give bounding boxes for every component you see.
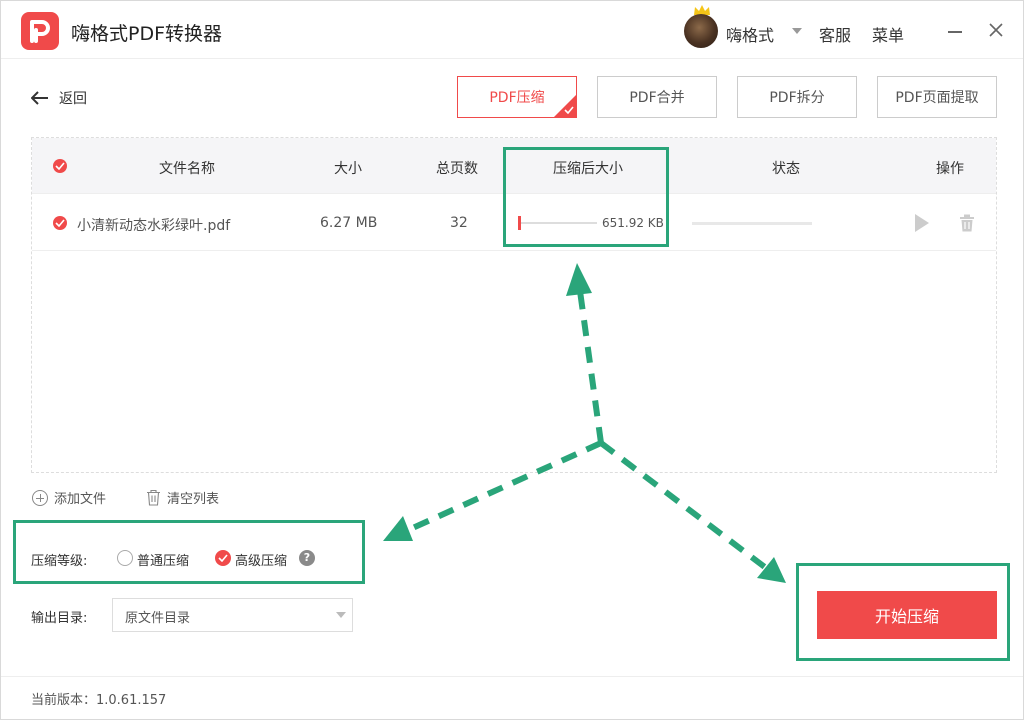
tab-label: PDF拆分 bbox=[769, 90, 825, 106]
file-size: 6.27 MB bbox=[320, 215, 378, 231]
play-icon[interactable] bbox=[915, 214, 929, 232]
app-title: 嗨格式PDF转换器 bbox=[71, 23, 223, 45]
compress-progress-fill bbox=[518, 216, 521, 230]
plus-circle-icon bbox=[32, 489, 48, 506]
file-name: 小清新动态水彩绿叶.pdf bbox=[77, 218, 231, 234]
row-checkbox[interactable] bbox=[53, 216, 67, 230]
app-logo-icon bbox=[21, 12, 59, 50]
tab-pdf-compress[interactable]: PDF压缩 bbox=[457, 76, 577, 118]
add-file-button[interactable]: 添加文件 bbox=[32, 488, 106, 507]
table-row: 小清新动态水彩绿叶.pdf 6.27 MB 32 651.92 KB bbox=[32, 195, 996, 251]
tab-pdf-split[interactable]: PDF拆分 bbox=[737, 76, 857, 118]
back-label: 返回 bbox=[59, 91, 87, 107]
tab-pdf-page-extract[interactable]: PDF页面提取 bbox=[877, 76, 997, 118]
title-bar: 嗨格式PDF转换器 嗨格式 客服 菜单 bbox=[1, 1, 1023, 59]
radio-advanced-label[interactable]: 高级压缩 bbox=[235, 550, 287, 569]
radio-advanced-compress[interactable] bbox=[215, 550, 231, 566]
trash-icon bbox=[147, 489, 160, 506]
app-window: 嗨格式PDF转换器 嗨格式 客服 菜单 返回 PDF压缩 PDF合并 PDF拆分 bbox=[0, 0, 1024, 720]
table-header: 文件名称 大小 总页数 压缩后大小 状态 操作 bbox=[32, 138, 996, 194]
arrow-left-icon bbox=[31, 91, 48, 105]
arrow-down-right-icon bbox=[757, 557, 786, 583]
check-icon bbox=[564, 106, 574, 114]
header-compressed-size: 压缩后大小 bbox=[553, 161, 623, 177]
avatar[interactable] bbox=[684, 14, 718, 48]
compress-progress-track bbox=[519, 222, 597, 224]
footer: 当前版本：1.0.61.157 bbox=[1, 676, 1023, 720]
tab-label: PDF压缩 bbox=[489, 90, 545, 106]
output-dir-select[interactable]: 原文件目录 bbox=[112, 598, 353, 632]
header-status: 状态 bbox=[772, 161, 800, 177]
clear-list-label: 清空列表 bbox=[167, 492, 220, 507]
compressed-size: 651.92 KB bbox=[602, 216, 664, 230]
arrow-left-icon bbox=[383, 516, 413, 541]
service-link[interactable]: 客服 bbox=[819, 22, 851, 46]
clear-list-button[interactable]: 清空列表 bbox=[146, 488, 219, 507]
start-compress-button[interactable]: 开始压缩 bbox=[817, 591, 997, 639]
add-file-label: 添加文件 bbox=[54, 492, 107, 507]
chevron-down-icon bbox=[336, 612, 346, 618]
tab-pdf-merge[interactable]: PDF合并 bbox=[597, 76, 717, 118]
header-pages: 总页数 bbox=[436, 161, 478, 177]
page-count: 32 bbox=[450, 215, 468, 231]
help-icon[interactable]: ? bbox=[299, 550, 315, 566]
version-text: 当前版本：1.0.61.157 bbox=[31, 693, 167, 708]
header-file-name: 文件名称 bbox=[159, 161, 215, 177]
status-progress-bar bbox=[692, 222, 812, 225]
file-table: 文件名称 大小 总页数 压缩后大小 状态 操作 小清新动态水彩绿叶.pdf 6.… bbox=[31, 137, 997, 473]
minimize-icon[interactable] bbox=[948, 31, 962, 33]
trash-icon[interactable] bbox=[959, 214, 975, 232]
close-icon[interactable] bbox=[987, 21, 1005, 39]
tab-label: PDF页面提取 bbox=[895, 90, 979, 106]
radio-normal-compress[interactable] bbox=[117, 550, 133, 566]
header-actions: 操作 bbox=[936, 161, 964, 177]
radio-normal-label[interactable]: 普通压缩 bbox=[137, 550, 189, 569]
chevron-down-icon[interactable] bbox=[792, 28, 802, 34]
username[interactable]: 嗨格式 bbox=[726, 22, 774, 46]
tab-label: PDF合并 bbox=[629, 90, 685, 106]
output-dir-label: 输出目录: bbox=[31, 611, 88, 626]
menu-link[interactable]: 菜单 bbox=[872, 22, 904, 46]
select-all-checkbox[interactable] bbox=[53, 159, 67, 173]
compression-level-label: 压缩等级: bbox=[31, 554, 88, 569]
header-size: 大小 bbox=[334, 161, 362, 177]
output-dir-value: 原文件目录 bbox=[125, 611, 191, 626]
back-button[interactable]: 返回 bbox=[31, 87, 87, 109]
